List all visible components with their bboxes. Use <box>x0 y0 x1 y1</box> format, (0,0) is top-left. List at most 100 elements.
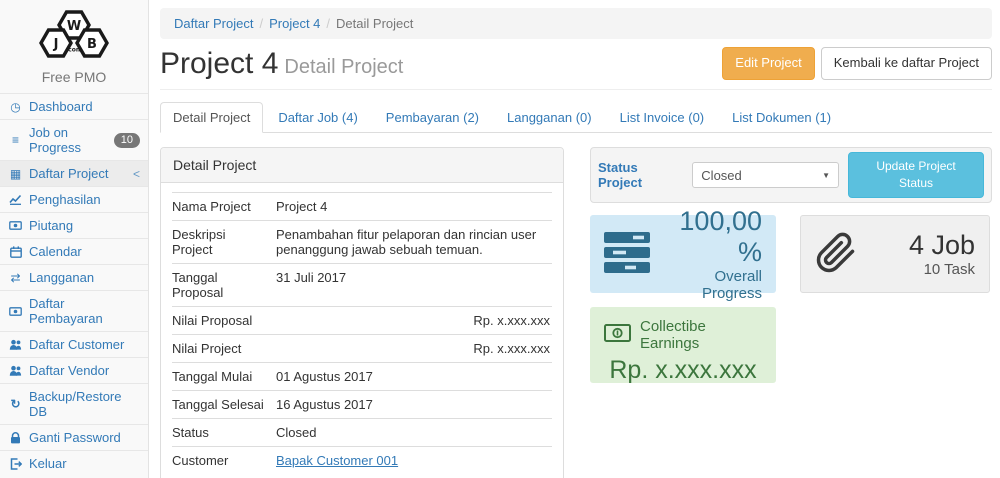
lock-icon <box>8 432 23 444</box>
sidebar-item-ganti-password[interactable]: Ganti Password <box>0 424 148 450</box>
row-value: 16 Agustus 2017 <box>276 391 552 419</box>
tab-list-invoice[interactable]: List Invoice (0) <box>607 102 718 133</box>
sidebar-item-keluar[interactable]: Keluar <box>0 450 148 476</box>
task-count-label: 10 Task <box>869 261 975 278</box>
breadcrumb-link-project-4[interactable]: Project 4 <box>269 16 320 31</box>
svg-text:B: B <box>87 37 97 52</box>
customer-link[interactable]: Bapak Customer 001 <box>276 453 398 468</box>
status-select[interactable]: Closed ▼ <box>692 162 839 188</box>
status-project-label: Status Project <box>598 160 683 190</box>
sidebar-item-label: Daftar Customer <box>29 337 124 352</box>
sidebar-item-backup-restore-db[interactable]: ↻ Backup/Restore DB <box>0 383 148 424</box>
sidebar: W J B .com Free PMO ◷ Dashboard ≡ Job on… <box>0 0 149 478</box>
sidebar-item-dashboard[interactable]: ◷ Dashboard <box>0 93 148 119</box>
sign-out-icon <box>8 458 23 470</box>
status-select-value: Closed <box>701 168 741 183</box>
job-count-badge: 10 <box>114 133 140 148</box>
sidebar-item-label: Langganan <box>29 270 94 285</box>
sidebar-item-langganan[interactable]: ⇄ Langganan <box>0 264 148 290</box>
progress-value: 100,00 % <box>662 206 762 268</box>
earnings-label: Collectibe Earnings <box>640 318 762 352</box>
row-value: Bapak Customer 001 <box>276 447 552 475</box>
page-title: Project 4Detail Project <box>160 47 403 80</box>
breadcrumb-separator: / <box>326 16 330 31</box>
overall-progress-card: 100,00 % Overall Progress <box>590 215 776 293</box>
page-title-text: Project 4 <box>160 47 278 80</box>
table-row: Nilai Project Rp. x.xxx.xxx <box>172 335 552 363</box>
job-task-card: 4 Job 10 Task <box>800 215 990 293</box>
page-header: Project 4Detail Project Edit Project Kem… <box>160 47 992 90</box>
money-icon <box>8 307 23 316</box>
exchange-icon: ⇄ <box>8 271 23 285</box>
sidebar-item-daftar-vendor[interactable]: Daftar Vendor <box>0 357 148 383</box>
brand: W J B .com Free PMO <box>0 0 148 93</box>
sidebar-item-label: Dashboard <box>29 99 93 114</box>
earnings-value: Rp. x.xxx.xxx <box>604 356 762 385</box>
back-to-list-button[interactable]: Kembali ke daftar Project <box>821 47 992 79</box>
sidebar-item-label: Calendar <box>29 244 82 259</box>
tab-list-dokumen[interactable]: List Dokumen (1) <box>719 102 844 133</box>
sidebar-item-daftar-pembayaran[interactable]: Daftar Pembayaran <box>0 290 148 331</box>
row-value: 01 Agustus 2017 <box>276 363 552 391</box>
table-row: Nama Project Project 4 <box>172 193 552 221</box>
svg-text:J: J <box>53 37 59 52</box>
table-row: Status Closed <box>172 419 552 447</box>
breadcrumb-separator: / <box>259 16 263 31</box>
breadcrumb-current: Detail Project <box>336 16 413 31</box>
row-label: Tanggal Selesai <box>172 391 276 419</box>
breadcrumb-link-daftar-project[interactable]: Daftar Project <box>174 16 253 31</box>
sidebar-item-daftar-project[interactable]: ▦ Daftar Project < <box>0 160 148 186</box>
sidebar-item-job-on-progress[interactable]: ≡ Job on Progress 10 <box>0 119 148 160</box>
sidebar-item-label: Daftar Pembayaran <box>29 296 140 326</box>
tab-bar: Detail Project Daftar Job (4) Pembayaran… <box>160 102 992 133</box>
sidebar-item-daftar-customer[interactable]: Daftar Customer <box>0 331 148 357</box>
row-value: Rp. x.xxx.xxx <box>276 335 552 363</box>
status-column: Status Project Closed ▼ Update Project S… <box>590 147 992 478</box>
paperclip-icon <box>815 232 857 277</box>
svg-text:W: W <box>67 19 81 34</box>
brand-name: Free PMO <box>0 69 148 85</box>
sidebar-item-label: Backup/Restore DB <box>29 389 140 419</box>
users-icon <box>8 339 23 350</box>
row-value: Project 4 <box>276 193 552 221</box>
panel-body: Nama Project Project 4 Deskripsi Project… <box>161 183 563 478</box>
tasks-icon <box>604 232 650 277</box>
sidebar-item-label: Penghasilan <box>29 192 101 207</box>
table-row: Deskripsi Project Penambahan fitur pelap… <box>172 221 552 264</box>
sidebar-item-calendar[interactable]: Calendar <box>0 238 148 264</box>
edit-project-button[interactable]: Edit Project <box>722 47 814 79</box>
sidebar-item-piutang[interactable]: Piutang <box>0 212 148 238</box>
row-label: Customer <box>172 447 276 475</box>
detail-project-panel: Detail Project Nama Project Project 4 De… <box>160 147 564 478</box>
table-row: Tanggal Selesai 16 Agustus 2017 <box>172 391 552 419</box>
update-status-button[interactable]: Update Project Status <box>848 152 984 198</box>
row-value: Rp. x.xxx.xxx <box>276 307 552 335</box>
status-project-bar: Status Project Closed ▼ Update Project S… <box>590 147 992 203</box>
detail-table: Nama Project Project 4 Deskripsi Project… <box>172 192 552 474</box>
tab-content: Detail Project Nama Project Project 4 De… <box>160 133 992 478</box>
table-row: Customer Bapak Customer 001 <box>172 447 552 475</box>
row-label: Tanggal Proposal <box>172 264 276 307</box>
row-label: Nama Project <box>172 193 276 221</box>
sidebar-item-label: Daftar Project <box>29 166 108 181</box>
tab-langganan[interactable]: Langganan (0) <box>494 102 605 133</box>
table-icon: ▦ <box>8 167 23 181</box>
tab-pembayaran[interactable]: Pembayaran (2) <box>373 102 492 133</box>
detail-column: Detail Project Nama Project Project 4 De… <box>160 147 564 478</box>
header-buttons: Edit Project Kembali ke daftar Project <box>722 47 992 79</box>
jwb-logo: W J B .com <box>28 7 120 63</box>
dashboard-icon: ◷ <box>8 100 23 114</box>
row-label: Nilai Proposal <box>172 307 276 335</box>
progress-label: Overall Progress <box>662 268 762 302</box>
tasks-icon: ≡ <box>8 133 23 147</box>
sidebar-item-penghasilan[interactable]: Penghasilan <box>0 186 148 212</box>
row-label: Nilai Project <box>172 335 276 363</box>
money-icon <box>604 324 631 346</box>
tab-daftar-job[interactable]: Daftar Job (4) <box>265 102 370 133</box>
tab-detail-project[interactable]: Detail Project <box>160 102 263 133</box>
row-label: Deskripsi Project <box>172 221 276 264</box>
caret-down-icon: ▼ <box>822 171 830 180</box>
table-row: Nilai Proposal Rp. x.xxx.xxx <box>172 307 552 335</box>
money-icon <box>8 221 23 230</box>
sidebar-item-label: Ganti Password <box>29 430 121 445</box>
